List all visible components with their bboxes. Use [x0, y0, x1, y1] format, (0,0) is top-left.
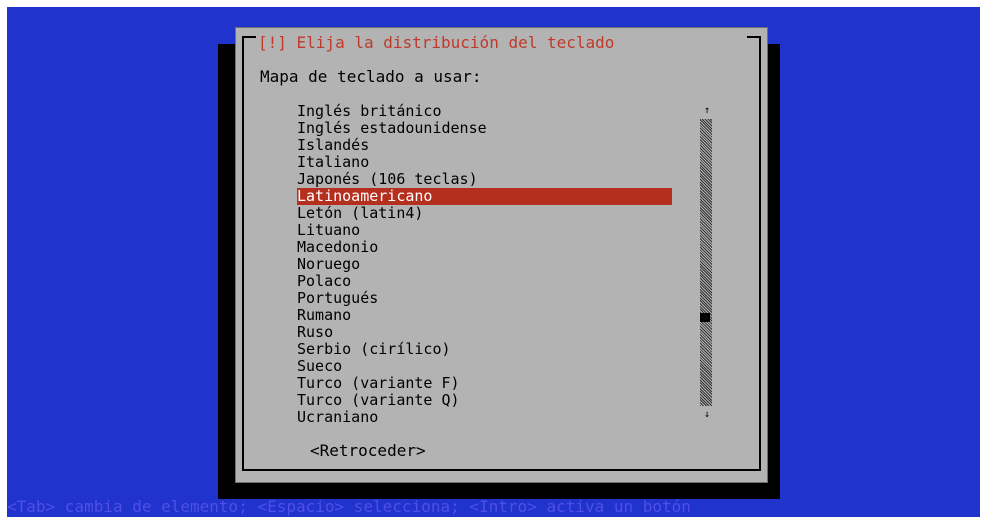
keyboard-layout-list[interactable]: Inglés británico Inglés estadounidense I… [297, 103, 672, 426]
dialog-frame-bottom [242, 469, 761, 471]
list-item[interactable]: Noruego [297, 256, 672, 273]
list-item[interactable]: Polaco [297, 273, 672, 290]
list-item[interactable]: Islandés [297, 137, 672, 154]
scroll-up-arrow-icon[interactable]: ↑ [703, 106, 711, 116]
list-item[interactable]: Ucraniano [297, 409, 672, 426]
dialog-frame-top-right [747, 36, 761, 38]
list-item[interactable]: Serbio (cirílico) [297, 341, 672, 358]
scroll-down-arrow-icon[interactable]: ↓ [703, 410, 711, 420]
list-item[interactable]: Letón (latin4) [297, 205, 672, 222]
list-item[interactable]: Inglés estadounidense [297, 120, 672, 137]
list-item[interactable]: Sueco [297, 358, 672, 375]
scrollbar-track[interactable] [700, 119, 712, 406]
list-item[interactable]: Japonés (106 teclas) [297, 171, 672, 188]
list-item[interactable]: Turco (variante F) [297, 375, 672, 392]
dialog-frame-left [242, 36, 244, 471]
dialog-frame-right [759, 36, 761, 471]
keyboard-layout-dialog: [!] Elija la distribución del teclado Ma… [235, 27, 768, 483]
list-item[interactable]: Ruso [297, 324, 672, 341]
dialog-title: [!] Elija la distribución del teclado [258, 30, 743, 56]
list-item[interactable]: Lituano [297, 222, 672, 239]
list-item[interactable]: Macedonio [297, 239, 672, 256]
list-item[interactable]: Turco (variante Q) [297, 392, 672, 409]
dialog-frame-top-left [242, 36, 256, 38]
selected-list-item[interactable]: Latinoamericano [297, 188, 672, 205]
keyboard-help-footer: <Tab> cambia de elemento; <Espacio> sele… [7, 497, 691, 516]
scrollbar-thumb[interactable] [700, 313, 710, 322]
list-item[interactable]: Inglés británico [297, 103, 672, 120]
list-item[interactable]: Rumano [297, 307, 672, 324]
list-item[interactable]: Italiano [297, 154, 672, 171]
installer-screen: [!] Elija la distribución del teclado Ma… [7, 7, 980, 517]
back-button[interactable]: <Retroceder> [310, 441, 426, 461]
keyboard-map-prompt: Mapa de teclado a usar: [260, 67, 482, 86]
list-item[interactable]: Portugués [297, 290, 672, 307]
